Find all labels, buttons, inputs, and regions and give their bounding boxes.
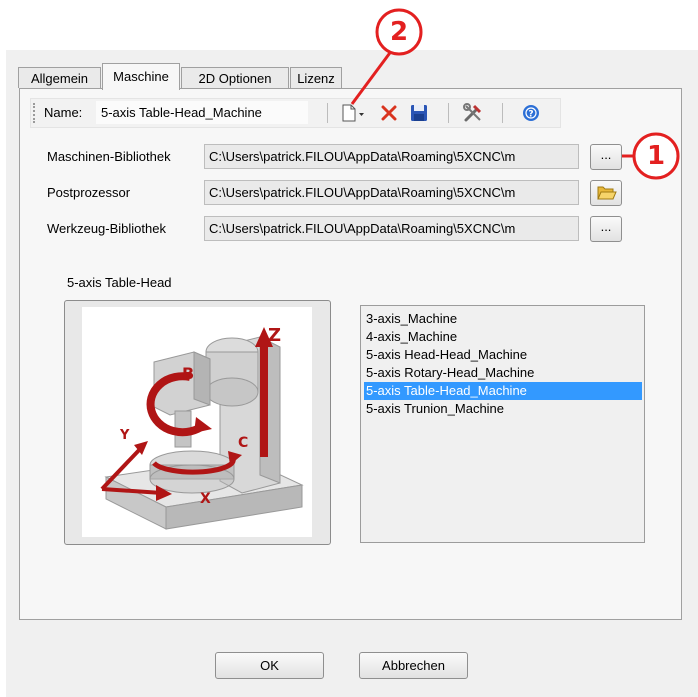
- annotation-marker-2: 2: [389, 17, 409, 47]
- tab-maschine[interactable]: Maschine: [102, 63, 180, 90]
- annotation-overlay: [350, 8, 680, 180]
- annotation-marker-1: 1: [646, 141, 666, 171]
